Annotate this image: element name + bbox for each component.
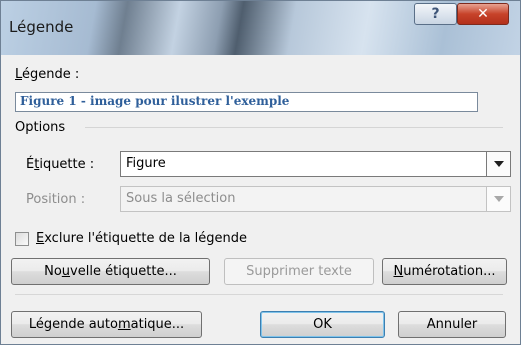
position-select-value: Sous la sélection bbox=[126, 191, 236, 206]
exclude-label-text: Exclure l'étiquette de la légende bbox=[36, 231, 248, 246]
options-group-divider bbox=[85, 127, 503, 128]
caption-label: Légende : bbox=[15, 67, 80, 82]
label-field-label: Étiquette : bbox=[26, 157, 95, 172]
label-select-value: Figure bbox=[126, 156, 166, 171]
delete-text-button[interactable]: Supprimer texte bbox=[224, 258, 374, 285]
caption-input[interactable]: Figure 1 - image pour ilustrer l'exemple bbox=[15, 92, 478, 112]
position-select-dropdown-button[interactable] bbox=[486, 187, 510, 211]
auto-caption-button[interactable]: Légende auto m atique... bbox=[11, 311, 202, 338]
button-row-divider bbox=[15, 294, 503, 295]
close-icon: ✕ bbox=[477, 6, 489, 22]
label-select[interactable]: Figure bbox=[120, 151, 511, 177]
chevron-down-icon bbox=[493, 161, 504, 167]
title-bar[interactable]: Légende ? ✕ bbox=[1, 1, 520, 55]
position-field-label: Position : bbox=[26, 192, 86, 207]
caption-dialog: Légende ? ✕ Légende : Figure 1 - image p… bbox=[0, 0, 521, 345]
dialog-body: Légende : Figure 1 - image pour ilustrer… bbox=[10, 55, 512, 338]
close-button[interactable]: ✕ bbox=[457, 3, 509, 25]
label-select-dropdown-button[interactable] bbox=[486, 152, 510, 176]
cancel-button[interactable]: Annuler bbox=[398, 311, 506, 338]
chevron-down-icon bbox=[493, 196, 504, 202]
window-title: Légende bbox=[9, 18, 74, 36]
ok-button[interactable]: OK bbox=[260, 311, 385, 338]
numbering-button[interactable]: Numérotation... bbox=[382, 258, 507, 285]
help-button[interactable]: ? bbox=[414, 3, 457, 25]
help-icon: ? bbox=[431, 6, 440, 22]
options-group-label: Options bbox=[15, 120, 66, 135]
position-select[interactable]: Sous la sélection bbox=[120, 186, 511, 212]
exclude-label-checkbox[interactable] bbox=[15, 232, 29, 246]
new-label-button[interactable]: No u velle étiquette... bbox=[11, 258, 210, 285]
